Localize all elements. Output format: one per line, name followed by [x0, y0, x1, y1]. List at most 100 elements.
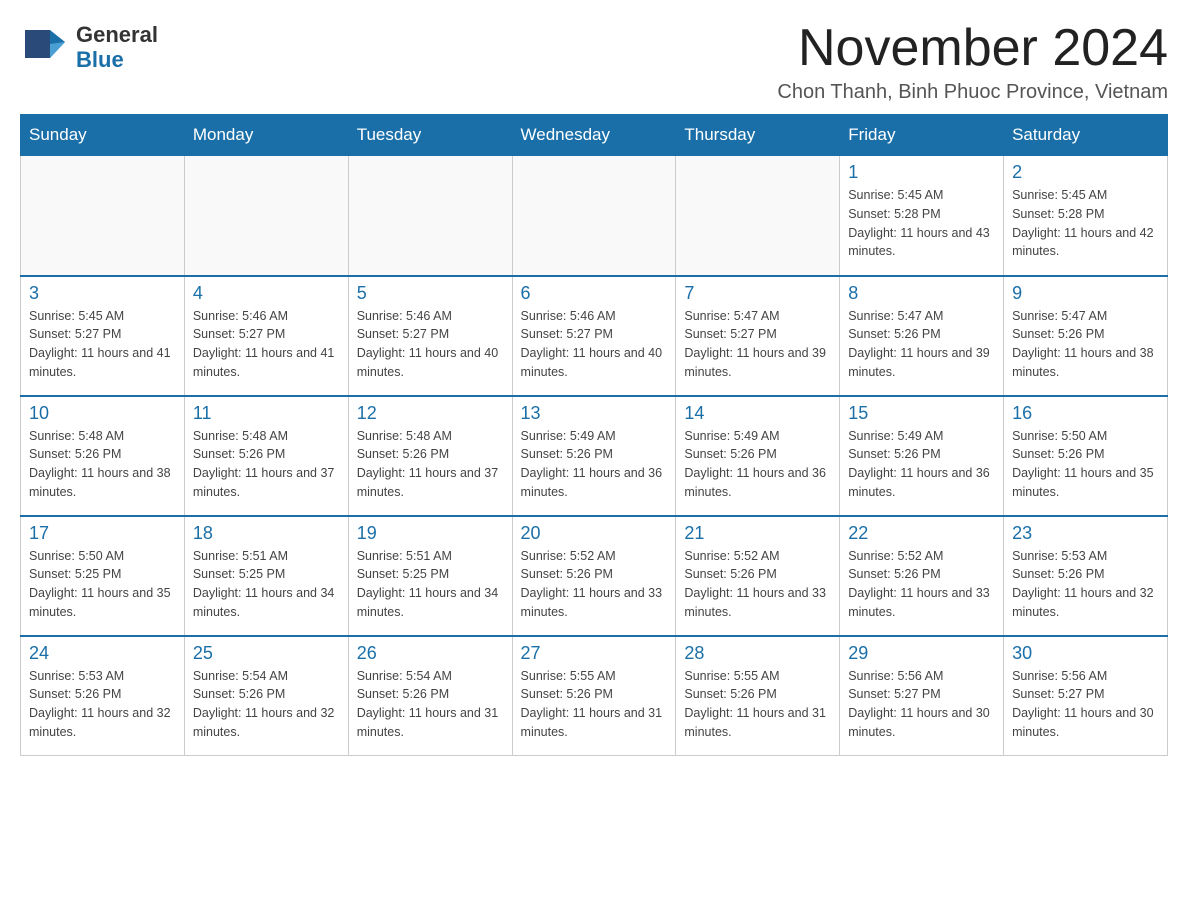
calendar-week-row: 1Sunrise: 5:45 AMSunset: 5:28 PMDaylight…	[21, 156, 1168, 276]
table-row: 20 Sunrise: 5:52 AMSunset: 5:26 PMDayligh…	[512, 516, 676, 636]
logo-general-text: General	[76, 23, 158, 47]
day-info: Sunrise: 5:48 AMSunset: 5:26 PMDaylight:…	[357, 427, 504, 502]
day-number: 10	[29, 403, 176, 424]
day-number: 30	[1012, 643, 1159, 664]
title-area: November 2024 Chon Thanh, Binh Phuoc Pro…	[777, 20, 1168, 104]
table-row	[184, 156, 348, 276]
day-info: Sunrise: 5:45 AMSunset: 5:28 PMDaylight:…	[1012, 186, 1159, 261]
location-title: Chon Thanh, Binh Phuoc Province, Vietnam	[777, 81, 1168, 104]
table-row	[348, 156, 512, 276]
calendar-week-row: 24 Sunrise: 5:53 AMSunset: 5:26 PMDayligh…	[21, 636, 1168, 756]
day-number: 8	[848, 283, 995, 304]
table-row: 27 Sunrise: 5:55 AMSunset: 5:26 PMDayligh…	[512, 636, 676, 756]
day-info: Sunrise: 5:48 AMSunset: 5:26 PMDaylight:…	[29, 427, 176, 502]
day-info: Sunrise: 5:49 AMSunset: 5:26 PMDaylight:…	[521, 427, 668, 502]
day-info: Sunrise: 5:50 AMSunset: 5:26 PMDaylight:…	[1012, 427, 1159, 502]
day-info: Sunrise: 5:49 AMSunset: 5:26 PMDaylight:…	[684, 427, 831, 502]
logo: General Blue	[20, 20, 158, 75]
header-thursday: Thursday	[676, 115, 840, 156]
day-number: 13	[521, 403, 668, 424]
calendar-table: Sunday Monday Tuesday Wednesday Thursday…	[20, 114, 1168, 756]
day-info: Sunrise: 5:55 AMSunset: 5:26 PMDaylight:…	[684, 667, 831, 742]
header-saturday: Saturday	[1004, 115, 1168, 156]
table-row: 28Sunrise: 5:55 AMSunset: 5:26 PMDayligh…	[676, 636, 840, 756]
day-number: 21	[684, 523, 831, 544]
day-number: 20	[521, 523, 668, 544]
day-info: Sunrise: 5:46 AMSunset: 5:27 PMDaylight:…	[521, 307, 668, 382]
calendar-week-row: 17 Sunrise: 5:50 AMSunset: 5:25 PMDayligh…	[21, 516, 1168, 636]
day-info: Sunrise: 5:47 AMSunset: 5:26 PMDaylight:…	[1012, 307, 1159, 382]
day-number: 11	[193, 403, 340, 424]
day-number: 5	[357, 283, 504, 304]
table-row: 13 Sunrise: 5:49 AMSunset: 5:26 PMDayligh…	[512, 396, 676, 516]
day-info: Sunrise: 5:53 AMSunset: 5:26 PMDaylight:…	[29, 667, 176, 742]
table-row: 29 Sunrise: 5:56 AMSunset: 5:27 PMDayligh…	[840, 636, 1004, 756]
day-number: 4	[193, 283, 340, 304]
day-number: 3	[29, 283, 176, 304]
day-number: 17	[29, 523, 176, 544]
table-row	[512, 156, 676, 276]
day-number: 6	[521, 283, 668, 304]
calendar-week-row: 10 Sunrise: 5:48 AMSunset: 5:26 PMDayligh…	[21, 396, 1168, 516]
table-row: 10 Sunrise: 5:48 AMSunset: 5:26 PMDayligh…	[21, 396, 185, 516]
month-title: November 2024	[777, 20, 1168, 77]
day-info: Sunrise: 5:52 AMSunset: 5:26 PMDaylight:…	[684, 547, 831, 622]
day-info: Sunrise: 5:56 AMSunset: 5:27 PMDaylight:…	[1012, 667, 1159, 742]
day-info: Sunrise: 5:45 AMSunset: 5:28 PMDaylight:…	[848, 186, 995, 261]
day-number: 23	[1012, 523, 1159, 544]
table-row: 7 Sunrise: 5:47 AMSunset: 5:27 PMDaylight…	[676, 276, 840, 396]
day-info: Sunrise: 5:51 AMSunset: 5:25 PMDaylight:…	[193, 547, 340, 622]
logo-icon	[20, 20, 70, 75]
table-row: 3 Sunrise: 5:45 AMSunset: 5:27 PMDaylight…	[21, 276, 185, 396]
table-row: 21 Sunrise: 5:52 AMSunset: 5:26 PMDayligh…	[676, 516, 840, 636]
day-number: 12	[357, 403, 504, 424]
table-row: 9 Sunrise: 5:47 AMSunset: 5:26 PMDaylight…	[1004, 276, 1168, 396]
day-info: Sunrise: 5:54 AMSunset: 5:26 PMDaylight:…	[357, 667, 504, 742]
logo-blue-text: Blue	[76, 48, 158, 72]
day-info: Sunrise: 5:54 AMSunset: 5:26 PMDaylight:…	[193, 667, 340, 742]
day-info: Sunrise: 5:45 AMSunset: 5:27 PMDaylight:…	[29, 307, 176, 382]
day-info: Sunrise: 5:48 AMSunset: 5:26 PMDaylight:…	[193, 427, 340, 502]
calendar-header-row: Sunday Monday Tuesday Wednesday Thursday…	[21, 115, 1168, 156]
day-info: Sunrise: 5:47 AMSunset: 5:27 PMDaylight:…	[684, 307, 831, 382]
header-wednesday: Wednesday	[512, 115, 676, 156]
day-info: Sunrise: 5:47 AMSunset: 5:26 PMDaylight:…	[848, 307, 995, 382]
table-row: 16 Sunrise: 5:50 AMSunset: 5:26 PMDayligh…	[1004, 396, 1168, 516]
day-number: 27	[521, 643, 668, 664]
day-number: 22	[848, 523, 995, 544]
day-number: 24	[29, 643, 176, 664]
day-info: Sunrise: 5:50 AMSunset: 5:25 PMDaylight:…	[29, 547, 176, 622]
day-number: 9	[1012, 283, 1159, 304]
day-number: 2	[1012, 162, 1159, 183]
table-row: 25Sunrise: 5:54 AMSunset: 5:26 PMDayligh…	[184, 636, 348, 756]
day-number: 19	[357, 523, 504, 544]
day-info: Sunrise: 5:52 AMSunset: 5:26 PMDaylight:…	[521, 547, 668, 622]
table-row: 15Sunrise: 5:49 AMSunset: 5:26 PMDayligh…	[840, 396, 1004, 516]
table-row: 4 Sunrise: 5:46 AMSunset: 5:27 PMDaylight…	[184, 276, 348, 396]
table-row: 30 Sunrise: 5:56 AMSunset: 5:27 PMDayligh…	[1004, 636, 1168, 756]
day-info: Sunrise: 5:55 AMSunset: 5:26 PMDaylight:…	[521, 667, 668, 742]
table-row: 2 Sunrise: 5:45 AMSunset: 5:28 PMDaylight…	[1004, 156, 1168, 276]
day-number: 7	[684, 283, 831, 304]
table-row: 11 Sunrise: 5:48 AMSunset: 5:26 PMDayligh…	[184, 396, 348, 516]
day-number: 16	[1012, 403, 1159, 424]
header-monday: Monday	[184, 115, 348, 156]
table-row: 14 Sunrise: 5:49 AMSunset: 5:26 PMDayligh…	[676, 396, 840, 516]
table-row: 8 Sunrise: 5:47 AMSunset: 5:26 PMDaylight…	[840, 276, 1004, 396]
day-info: Sunrise: 5:53 AMSunset: 5:26 PMDaylight:…	[1012, 547, 1159, 622]
calendar-week-row: 3 Sunrise: 5:45 AMSunset: 5:27 PMDaylight…	[21, 276, 1168, 396]
table-row: 6 Sunrise: 5:46 AMSunset: 5:27 PMDaylight…	[512, 276, 676, 396]
table-row: 23 Sunrise: 5:53 AMSunset: 5:26 PMDayligh…	[1004, 516, 1168, 636]
day-info: Sunrise: 5:46 AMSunset: 5:27 PMDaylight:…	[193, 307, 340, 382]
day-number: 29	[848, 643, 995, 664]
day-number: 26	[357, 643, 504, 664]
page-header: General Blue November 2024 Chon Thanh, B…	[20, 20, 1168, 104]
header-tuesday: Tuesday	[348, 115, 512, 156]
day-info: Sunrise: 5:56 AMSunset: 5:27 PMDaylight:…	[848, 667, 995, 742]
table-row	[21, 156, 185, 276]
table-row: 18Sunrise: 5:51 AMSunset: 5:25 PMDayligh…	[184, 516, 348, 636]
table-row: 26 Sunrise: 5:54 AMSunset: 5:26 PMDayligh…	[348, 636, 512, 756]
day-number: 14	[684, 403, 831, 424]
day-info: Sunrise: 5:46 AMSunset: 5:27 PMDaylight:…	[357, 307, 504, 382]
day-info: Sunrise: 5:52 AMSunset: 5:26 PMDaylight:…	[848, 547, 995, 622]
